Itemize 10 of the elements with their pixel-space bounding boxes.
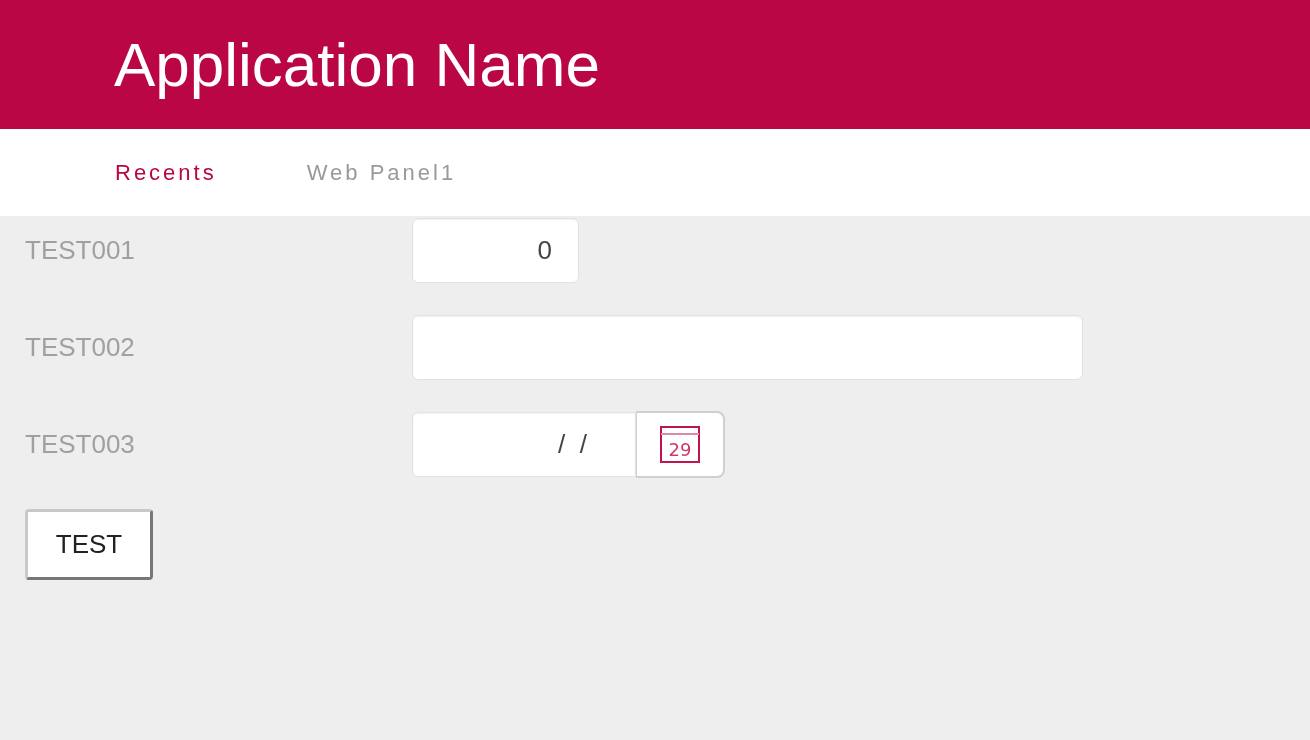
calendar-icon: 29 xyxy=(660,426,700,463)
nav-tab[interactable]: Recents xyxy=(115,156,217,189)
calendar-button[interactable]: 29 xyxy=(636,411,725,478)
text-field[interactable] xyxy=(412,315,1083,380)
field-label: TEST003 xyxy=(24,428,136,461)
test-button[interactable]: TEST xyxy=(25,509,153,580)
field-label: TEST002 xyxy=(24,331,136,364)
date-field[interactable]: / / xyxy=(412,412,636,477)
field-label: TEST001 xyxy=(24,234,136,267)
number-field[interactable]: 0 xyxy=(412,218,579,283)
